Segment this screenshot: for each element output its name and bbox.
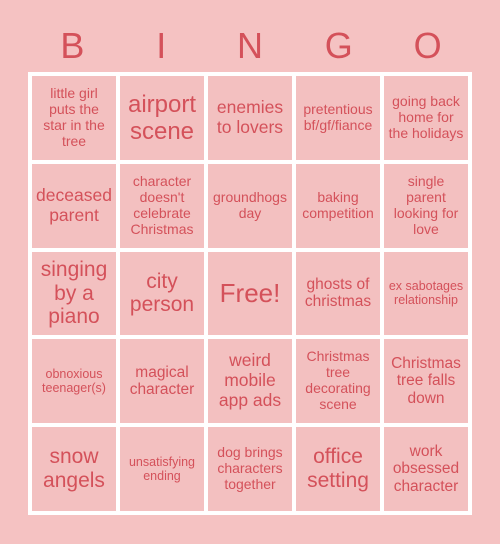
bingo-cell[interactable]: baking competition xyxy=(296,163,380,248)
bingo-cell[interactable]: singing by a piano xyxy=(32,251,116,336)
header-letter-g: G xyxy=(324,25,353,66)
header-letter-n: N xyxy=(236,25,263,66)
bingo-cell[interactable]: unsatisfying ending xyxy=(120,427,204,511)
bingo-header: B I N G O xyxy=(28,22,472,70)
bingo-cell[interactable]: dog brings characters together xyxy=(208,427,292,511)
bingo-cell[interactable]: snow angels xyxy=(32,427,116,511)
bingo-cell[interactable]: office setting xyxy=(296,427,380,511)
bingo-cell[interactable]: weird mobile app ads xyxy=(208,339,292,424)
header-letter-o: O xyxy=(413,25,442,66)
bingo-cell[interactable]: little girl puts the star in the tree xyxy=(32,76,116,160)
bingo-cell[interactable]: pretentious bf/gf/fiance xyxy=(296,76,380,160)
bingo-cell[interactable]: work obsessed character xyxy=(384,427,468,511)
bingo-cell[interactable]: city person xyxy=(120,251,204,336)
bingo-cell[interactable]: going back home for the holidays xyxy=(384,76,468,160)
bingo-card: B I N G O little girl puts the star in t… xyxy=(0,0,500,544)
bingo-cell[interactable]: obnoxious teenager(s) xyxy=(32,339,116,424)
bingo-cell[interactable]: Christmas tree decorating scene xyxy=(296,339,380,424)
bingo-cell[interactable]: groundhogs day xyxy=(208,163,292,248)
bingo-cell[interactable]: character doesn't celebrate Christmas xyxy=(120,163,204,248)
header-letter-i: I xyxy=(156,25,167,66)
bingo-cell[interactable]: Christmas tree falls down xyxy=(384,339,468,424)
bingo-cell[interactable]: enemies to lovers xyxy=(208,76,292,160)
bingo-cell[interactable]: single parent looking for love xyxy=(384,163,468,248)
bingo-cell[interactable]: airport scene xyxy=(120,76,204,160)
bingo-free-cell[interactable]: Free! xyxy=(208,251,292,336)
bingo-cell[interactable]: ex sabotages relationship xyxy=(384,251,468,336)
bingo-cell[interactable]: magical character xyxy=(120,339,204,424)
bingo-grid: little girl puts the star in the tree air… xyxy=(28,72,472,515)
header-letter-b: B xyxy=(60,25,85,66)
bingo-cell[interactable]: deceased parent xyxy=(32,163,116,248)
bingo-cell[interactable]: ghosts of christmas xyxy=(296,251,380,336)
